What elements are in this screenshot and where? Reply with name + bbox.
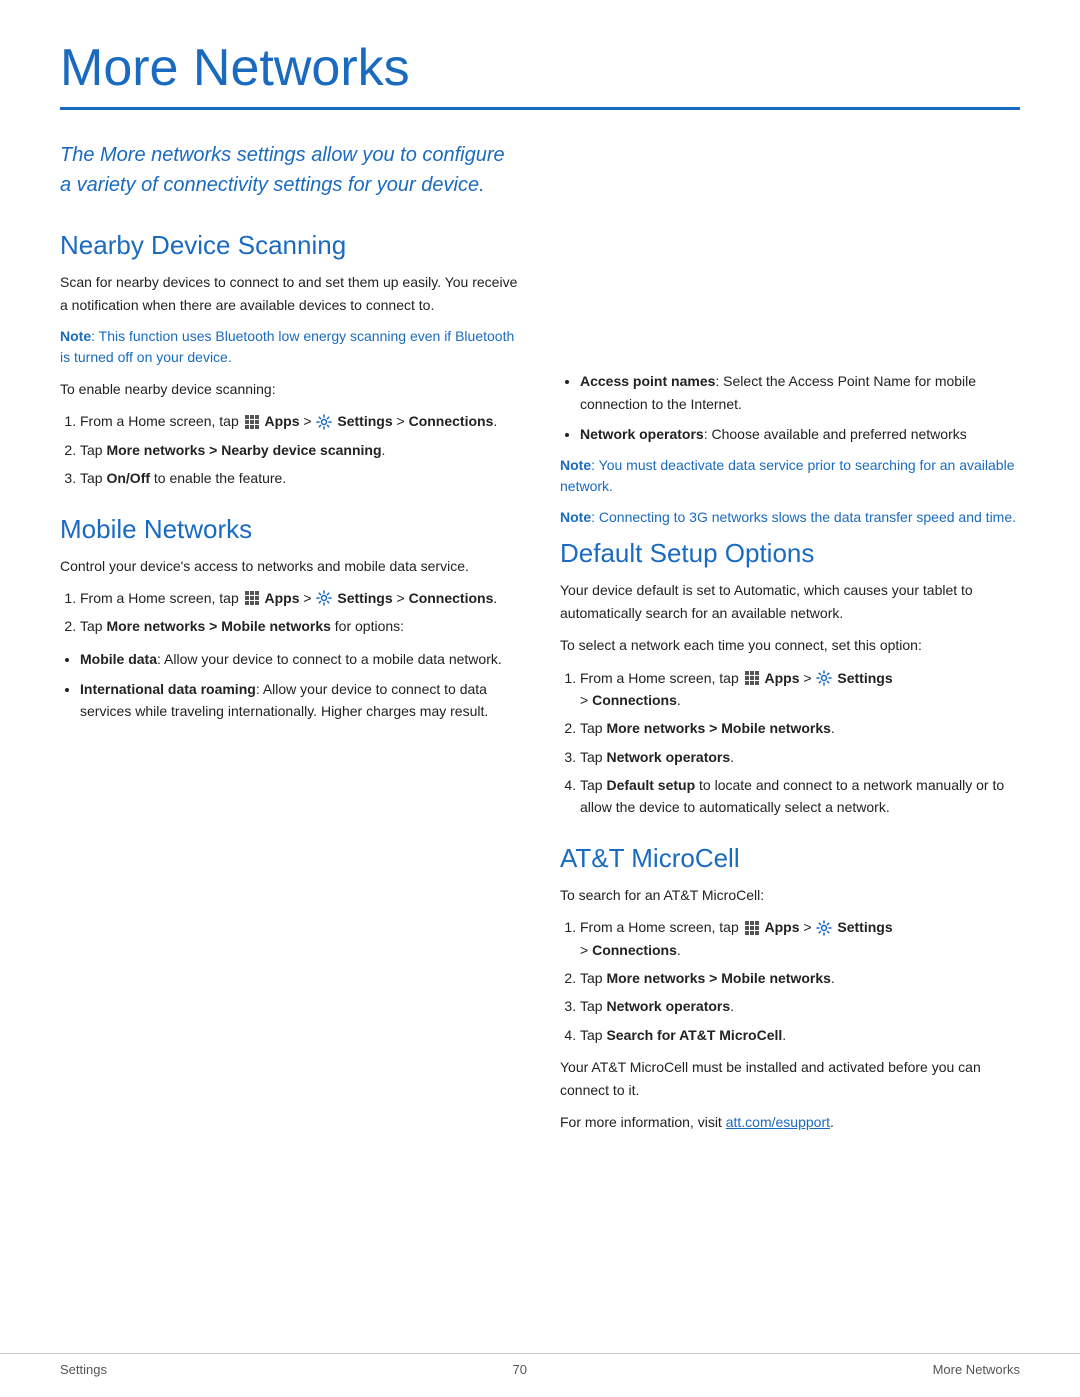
right-bullet-list: Access point names: Select the Access Po… bbox=[580, 370, 1020, 445]
right-col-bullets-top: Access point names: Select the Access Po… bbox=[560, 370, 1020, 528]
nearby-step-2: Tap More networks > Nearby device scanni… bbox=[80, 439, 520, 461]
settings-icon-1 bbox=[316, 414, 332, 430]
mobile-step-1: From a Home screen, tap Apps > Settings … bbox=[80, 587, 520, 609]
att-microcell-title: AT&T MicroCell bbox=[560, 843, 1020, 874]
settings-icon-3 bbox=[816, 670, 832, 686]
nearby-device-description: Scan for nearby devices to connect to an… bbox=[60, 271, 520, 316]
nearby-note: Note: This function uses Bluetooth low e… bbox=[60, 326, 520, 368]
apps-icon-1 bbox=[244, 414, 260, 430]
default-setup-section: Default Setup Options Your device defaul… bbox=[560, 538, 1020, 819]
mobile-bullet-mobile-data: Mobile data: Allow your device to connec… bbox=[80, 648, 520, 670]
note-deactivate: Note: You must deactivate data service p… bbox=[560, 455, 1020, 497]
nearby-step-3: Tap On/Off to enable the feature. bbox=[80, 467, 520, 489]
default-step-3: Tap Network operators. bbox=[580, 746, 1020, 768]
nearby-device-section: Nearby Device Scanning Scan for nearby d… bbox=[60, 230, 520, 489]
page-title: More Networks bbox=[60, 40, 1020, 97]
settings-icon-4 bbox=[816, 920, 832, 936]
mobile-bullet-intl-roaming: International data roaming: Allow your d… bbox=[80, 678, 520, 723]
default-setup-desc2: To select a network each time you connec… bbox=[560, 634, 1020, 656]
mobile-networks-description: Control your device's access to networks… bbox=[60, 555, 520, 577]
footer-left: Settings bbox=[60, 1362, 107, 1377]
note-3g: Note: Connecting to 3G networks slows th… bbox=[560, 507, 1020, 528]
nearby-step-1: From a Home screen, tap Apps > Settings … bbox=[80, 410, 520, 432]
default-step-2: Tap More networks > Mobile networks. bbox=[580, 717, 1020, 739]
mobile-steps-list: From a Home screen, tap Apps > Settings … bbox=[80, 587, 520, 638]
mobile-step-2: Tap More networks > Mobile networks for … bbox=[80, 615, 520, 637]
page-footer: Settings 70 More Networks bbox=[0, 1353, 1080, 1377]
default-step-4: Tap Default setup to locate and connect … bbox=[580, 774, 1020, 819]
apps-icon-2 bbox=[244, 590, 260, 606]
right-column: Access point names: Select the Access Po… bbox=[560, 140, 1020, 1157]
default-setup-title: Default Setup Options bbox=[560, 538, 1020, 569]
nearby-steps-list: From a Home screen, tap Apps > Settings … bbox=[80, 410, 520, 489]
att-step-4: Tap Search for AT&T MicroCell. bbox=[580, 1024, 1020, 1046]
apps-icon-4 bbox=[744, 920, 760, 936]
title-divider bbox=[60, 107, 1020, 110]
footer-center: 70 bbox=[513, 1362, 527, 1377]
default-step-1: From a Home screen, tap Apps > Settings … bbox=[580, 667, 1020, 712]
bullet-network-operators: Network operators: Choose available and … bbox=[580, 423, 1020, 445]
nearby-device-title: Nearby Device Scanning bbox=[60, 230, 520, 261]
att-closing1: Your AT&T MicroCell must be installed an… bbox=[560, 1056, 1020, 1101]
bullet-access-point: Access point names: Select the Access Po… bbox=[580, 370, 1020, 415]
att-steps: From a Home screen, tap Apps > Settings … bbox=[580, 916, 1020, 1046]
mobile-bullet-list: Mobile data: Allow your device to connec… bbox=[80, 648, 520, 723]
intro-text: The More networks settings allow you to … bbox=[60, 140, 520, 200]
att-microcell-section: AT&T MicroCell To search for an AT&T Mic… bbox=[560, 843, 1020, 1134]
att-step-3: Tap Network operators. bbox=[580, 995, 1020, 1017]
footer-right: More Networks bbox=[933, 1362, 1020, 1377]
mobile-networks-title: Mobile Networks bbox=[60, 514, 520, 545]
settings-icon-2 bbox=[316, 590, 332, 606]
att-link[interactable]: att.com/esupport bbox=[726, 1114, 830, 1130]
left-column: The More networks settings allow you to … bbox=[60, 140, 520, 1157]
mobile-networks-section: Mobile Networks Control your device's ac… bbox=[60, 514, 520, 723]
att-step-2: Tap More networks > Mobile networks. bbox=[580, 967, 1020, 989]
page-container: More Networks The More networks settings… bbox=[0, 0, 1080, 1217]
default-setup-steps: From a Home screen, tap Apps > Settings … bbox=[580, 667, 1020, 819]
apps-icon-3 bbox=[744, 670, 760, 686]
att-description: To search for an AT&T MicroCell: bbox=[560, 884, 1020, 906]
att-step-1: From a Home screen, tap Apps > Settings … bbox=[580, 916, 1020, 961]
default-setup-desc1: Your device default is set to Automatic,… bbox=[560, 579, 1020, 624]
content-columns: The More networks settings allow you to … bbox=[60, 140, 1020, 1157]
nearby-instructions-label: To enable nearby device scanning: bbox=[60, 378, 520, 400]
att-closing2: For more information, visit att.com/esup… bbox=[560, 1111, 1020, 1133]
